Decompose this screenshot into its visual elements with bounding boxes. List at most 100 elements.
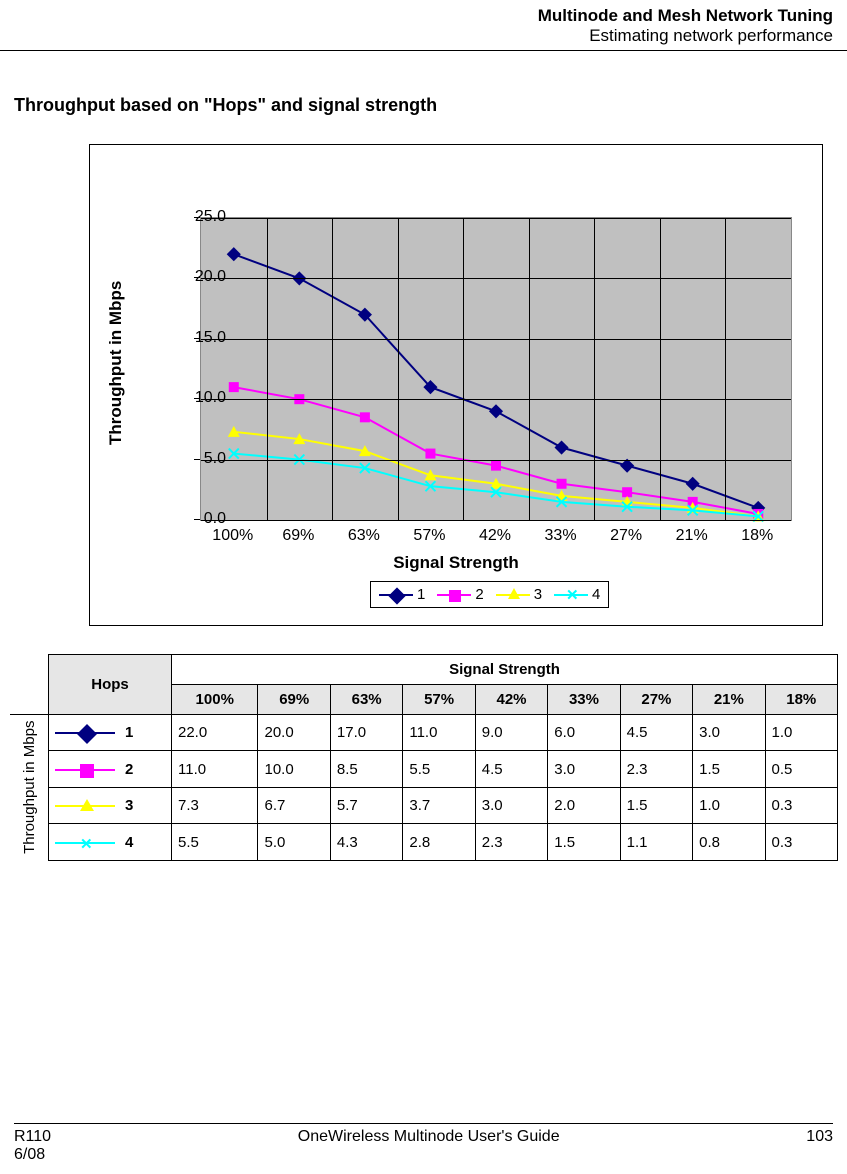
table-cell: 3.0 — [548, 751, 620, 787]
ytick-mark — [194, 459, 200, 460]
table-cell: 20.0 — [258, 715, 330, 751]
table-col-header: 63% — [330, 685, 402, 715]
table-cell: 8.5 — [330, 751, 402, 787]
table-cell: 2.0 — [548, 787, 620, 823]
table-cell: 2.3 — [620, 751, 692, 787]
table-cell: 0.3 — [765, 787, 837, 823]
table-cell: 2.8 — [403, 824, 475, 861]
table-cell: 10.0 — [258, 751, 330, 787]
header-subtitle: Estimating network performance — [14, 26, 833, 46]
gridline-h — [201, 399, 791, 400]
table-cell: 9.0 — [475, 715, 547, 751]
table-col-header: 27% — [620, 685, 692, 715]
table-cell: 3.7 — [403, 787, 475, 823]
chart-marker — [686, 477, 700, 491]
table-row: 211.010.08.55.54.53.02.31.50.5 — [10, 751, 838, 787]
table-col-header: 69% — [258, 685, 330, 715]
gridline-v — [660, 218, 661, 520]
gridline-h — [201, 218, 791, 219]
page-footer: R110 6/08 OneWireless Multinode User's G… — [14, 1123, 833, 1164]
hops-series-icon — [55, 764, 115, 776]
gridline-v — [725, 218, 726, 520]
ytick-mark — [194, 277, 200, 278]
xtick-label: 69% — [268, 527, 328, 545]
chart-marker — [554, 440, 568, 454]
table-cell: 5.0 — [258, 824, 330, 861]
legend-swatch — [496, 588, 530, 602]
table-row: 37.36.75.73.73.02.01.51.00.3 — [10, 787, 838, 823]
legend-item: 2 — [437, 586, 483, 603]
table-cell: 5.5 — [403, 751, 475, 787]
data-table: Hops Signal Strength 100%69%63%57%42%33%… — [10, 654, 838, 861]
chart-marker — [620, 459, 634, 473]
legend-swatch: ✕ — [554, 588, 588, 602]
table-col-header: 33% — [548, 685, 620, 715]
hops-marker-icon: ✕ — [80, 835, 92, 847]
table-hops-cell: 3 — [49, 787, 172, 823]
legend-item: 3 — [496, 586, 542, 603]
legend-marker-icon — [508, 588, 520, 599]
gridline-h — [201, 278, 791, 279]
xtick-label: 33% — [531, 527, 591, 545]
table-cell: 17.0 — [330, 715, 402, 751]
legend-swatch — [437, 588, 471, 602]
chart-marker — [622, 487, 632, 497]
footer-doc-rev: R110 — [14, 1128, 51, 1145]
ytick-mark — [194, 398, 200, 399]
legend-label: 3 — [534, 586, 542, 603]
table-cell: 3.0 — [475, 787, 547, 823]
table-cell: 4.3 — [330, 824, 402, 861]
ytick-mark — [194, 519, 200, 520]
table-body: Throughput in Mbps122.020.017.011.09.06.… — [10, 715, 838, 861]
xtick-label: 21% — [662, 527, 722, 545]
page-header: Multinode and Mesh Network Tuning Estima… — [0, 0, 847, 51]
table-cell: 1.5 — [548, 824, 620, 861]
table-cell: 1.5 — [693, 751, 765, 787]
table-cell: 4.5 — [475, 751, 547, 787]
table-ss-header: Signal Strength — [172, 655, 838, 685]
table-row: Throughput in Mbps122.020.017.011.09.06.… — [10, 715, 838, 751]
footer-doc-date: 6/08 — [14, 1146, 45, 1163]
table-cell: 1.0 — [693, 787, 765, 823]
xtick-label: 63% — [334, 527, 394, 545]
table-cell: 0.8 — [693, 824, 765, 861]
table-hops-header: Hops — [49, 655, 172, 715]
table-cell: 0.3 — [765, 824, 837, 861]
legend-item: 1 — [379, 586, 425, 603]
chart-legend: 12 3 ✕ 4 — [370, 581, 609, 608]
table-cell: 5.7 — [330, 787, 402, 823]
footer-page-num: 103 — [806, 1128, 833, 1164]
hops-series-icon — [55, 727, 115, 739]
hops-number: 4 — [125, 834, 133, 851]
table-row-vert-label: Throughput in Mbps — [10, 715, 49, 861]
table-col-header: 57% — [403, 685, 475, 715]
table-col-header: 100% — [172, 685, 258, 715]
xtick-label: 100% — [203, 527, 263, 545]
chart-xlabel: Signal Strength — [90, 553, 822, 573]
table-cell: 11.0 — [172, 751, 258, 787]
chart-series-line — [234, 432, 758, 517]
chart-marker — [425, 449, 435, 459]
legend-label: 1 — [417, 586, 425, 603]
hops-series-icon: ✕ — [55, 837, 115, 849]
table-hops-cell: ✕4 — [49, 824, 172, 861]
legend-label: 4 — [592, 586, 600, 603]
table-cell: 1.1 — [620, 824, 692, 861]
chart-marker — [491, 461, 501, 471]
table-col-header: 18% — [765, 685, 837, 715]
gridline-h — [201, 520, 791, 521]
hops-number: 1 — [125, 724, 133, 741]
table-col-header: 21% — [693, 685, 765, 715]
ytick-mark — [194, 338, 200, 339]
hops-marker-icon — [80, 764, 94, 778]
gridline-v — [332, 218, 333, 520]
xtick-label: 57% — [399, 527, 459, 545]
hops-marker-icon — [80, 799, 94, 811]
table-cell: 1.5 — [620, 787, 692, 823]
section-title: Throughput based on "Hops" and signal st… — [14, 95, 847, 116]
legend-marker-icon: ✕ — [566, 586, 576, 596]
table-cell: 1.0 — [765, 715, 837, 751]
chart-marker — [229, 382, 239, 392]
legend-marker-icon — [449, 590, 461, 602]
table-cell: 0.5 — [765, 751, 837, 787]
